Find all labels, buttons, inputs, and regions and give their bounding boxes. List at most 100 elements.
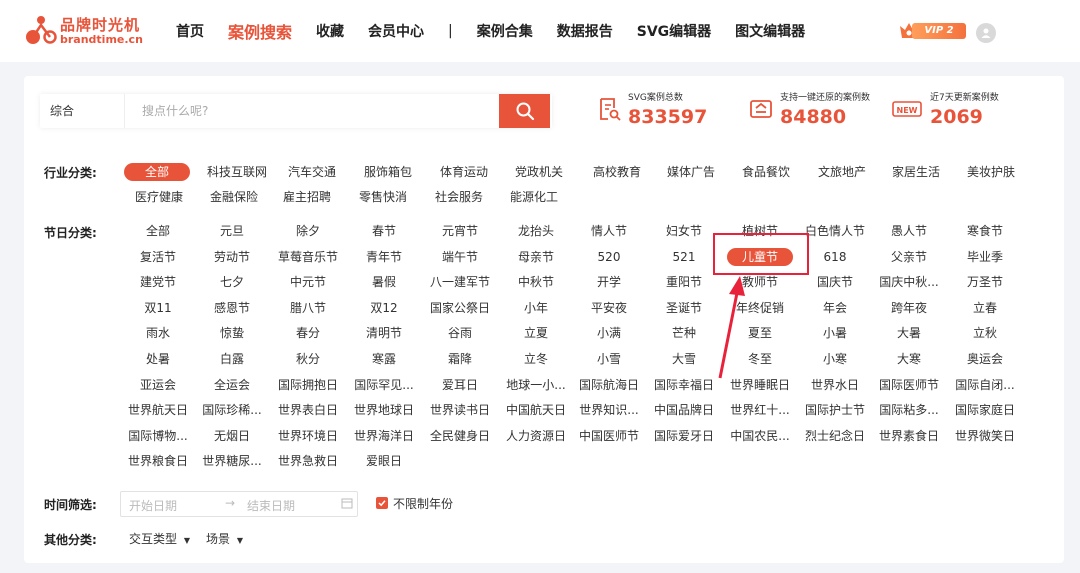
festival-tag[interactable]: 世界红十... bbox=[720, 401, 800, 419]
festival-tag[interactable]: 世界地球日 bbox=[344, 401, 424, 419]
industry-tag[interactable]: 家居生活 bbox=[881, 163, 951, 181]
festival-tag[interactable]: 暑假 bbox=[344, 273, 424, 291]
festival-tag[interactable]: 国际医师节 bbox=[869, 376, 949, 394]
festival-tag[interactable]: 双11 bbox=[118, 299, 198, 317]
festival-tag[interactable]: 国庆节 bbox=[795, 273, 875, 291]
industry-tag[interactable]: 零售快消 bbox=[353, 188, 413, 206]
festival-tag[interactable]: 世界海洋日 bbox=[344, 427, 424, 445]
festival-tag[interactable]: 国际拥抱日 bbox=[268, 376, 348, 394]
festival-tag[interactable]: 毕业季 bbox=[945, 248, 1025, 266]
festival-tag[interactable]: 小满 bbox=[569, 324, 649, 342]
industry-tag[interactable]: 高校教育 bbox=[582, 163, 652, 181]
festival-tag[interactable]: 国际自闭... bbox=[945, 376, 1025, 394]
industry-tag[interactable]: 食品餐饮 bbox=[731, 163, 801, 181]
festival-tag[interactable]: 国际珍稀... bbox=[192, 401, 272, 419]
festival-tag[interactable]: 立秋 bbox=[945, 324, 1025, 342]
industry-tag[interactable]: 医疗健康 bbox=[129, 188, 189, 206]
festival-tag[interactable]: 世界读书日 bbox=[420, 401, 500, 419]
festival-tag[interactable]: 清明节 bbox=[344, 324, 424, 342]
festival-tag[interactable]: 国际家庭日 bbox=[945, 401, 1025, 419]
festival-tag[interactable]: 国际护士节 bbox=[795, 401, 875, 419]
festival-tag[interactable]: 寒露 bbox=[344, 350, 424, 368]
scene-dropdown[interactable]: 场景 ▼ bbox=[206, 530, 243, 547]
festival-tag[interactable]: 中国农民... bbox=[720, 427, 800, 445]
festival-tag[interactable]: 端午节 bbox=[420, 248, 500, 266]
festival-tag[interactable]: 国际粘多... bbox=[869, 401, 949, 419]
festival-tag[interactable]: 国际博物... bbox=[118, 427, 198, 445]
festival-tag[interactable]: 万圣节 bbox=[945, 273, 1025, 291]
festival-tag[interactable]: 爱眼日 bbox=[344, 452, 424, 470]
festival-tag[interactable]: 立夏 bbox=[496, 324, 576, 342]
festival-tag[interactable]: 中秋节 bbox=[496, 273, 576, 291]
search-category-select[interactable]: 综合 bbox=[40, 94, 125, 128]
industry-tag[interactable]: 科技互联网 bbox=[202, 163, 272, 181]
festival-tag[interactable]: 世界表白日 bbox=[268, 401, 348, 419]
festival-tag[interactable]: 感恩节 bbox=[192, 299, 272, 317]
festival-tag[interactable]: 年会 bbox=[795, 299, 875, 317]
festival-tag[interactable]: 父亲节 bbox=[869, 248, 949, 266]
festival-tag[interactable]: 立春 bbox=[945, 299, 1025, 317]
vip-badge[interactable]: VIP 2 bbox=[898, 20, 968, 42]
festival-tag[interactable]: 地球一小... bbox=[496, 376, 576, 394]
festival-tag[interactable]: 世界急救日 bbox=[268, 452, 348, 470]
industry-tag[interactable]: 体育运动 bbox=[429, 163, 499, 181]
festival-tag[interactable]: 亚运会 bbox=[118, 376, 198, 394]
festival-tag[interactable]: 世界素食日 bbox=[869, 427, 949, 445]
nav-item[interactable]: 首页 bbox=[176, 21, 204, 41]
nav-item[interactable]: SVG编辑器 bbox=[637, 21, 711, 41]
festival-tag[interactable]: 国庆中秋... bbox=[869, 273, 949, 291]
industry-tag[interactable]: 社会服务 bbox=[429, 188, 489, 206]
festival-tag[interactable]: 腊八节 bbox=[268, 299, 348, 317]
industry-tag[interactable]: 文旅地产 bbox=[807, 163, 877, 181]
industry-tag[interactable]: 雇主招聘 bbox=[277, 188, 337, 206]
festival-tag[interactable]: 中元节 bbox=[268, 273, 348, 291]
festival-tag[interactable]: 双12 bbox=[344, 299, 424, 317]
festival-tag[interactable]: 世界微笑日 bbox=[945, 427, 1025, 445]
industry-tag[interactable]: 媒体广告 bbox=[656, 163, 726, 181]
festival-tag[interactable]: 世界糖尿... bbox=[192, 452, 272, 470]
festival-tag[interactable]: 中国航天日 bbox=[496, 401, 576, 419]
festival-tag[interactable]: 国际航海日 bbox=[569, 376, 649, 394]
festival-tag[interactable]: 人力资源日 bbox=[496, 427, 576, 445]
festival-tag[interactable]: 谷雨 bbox=[420, 324, 500, 342]
festival-tag[interactable]: 平安夜 bbox=[569, 299, 649, 317]
festival-tag[interactable]: 复活节 bbox=[118, 248, 198, 266]
festival-tag[interactable]: 立冬 bbox=[496, 350, 576, 368]
festival-tag[interactable]: 奥运会 bbox=[945, 350, 1025, 368]
search-input[interactable] bbox=[126, 94, 498, 128]
festival-tag[interactable]: 中国医师节 bbox=[569, 427, 649, 445]
festival-tag[interactable]: 全部 bbox=[118, 222, 198, 240]
industry-tag[interactable]: 服饰箱包 bbox=[353, 163, 423, 181]
festival-tag[interactable]: 白露 bbox=[192, 350, 272, 368]
industry-tag[interactable]: 能源化工 bbox=[504, 188, 564, 206]
festival-tag[interactable]: 霜降 bbox=[420, 350, 500, 368]
festival-tag[interactable]: 520 bbox=[569, 248, 649, 266]
festival-tag[interactable]: 国家公祭日 bbox=[420, 299, 500, 317]
start-date-field[interactable]: 开始日期 bbox=[129, 497, 177, 514]
interaction-type-dropdown[interactable]: 交互类型 ▼ bbox=[129, 530, 190, 547]
festival-tag[interactable]: 劳动节 bbox=[192, 248, 272, 266]
avatar[interactable] bbox=[976, 23, 996, 43]
festival-tag[interactable]: 青年节 bbox=[344, 248, 424, 266]
end-date-field[interactable]: 结束日期 bbox=[247, 497, 295, 514]
festival-tag[interactable]: 元宵节 bbox=[420, 222, 500, 240]
festival-tag[interactable]: 小寒 bbox=[795, 350, 875, 368]
nav-item[interactable]: 收藏 bbox=[316, 21, 344, 41]
nav-item[interactable]: 会员中心 bbox=[368, 21, 424, 41]
festival-tag[interactable]: 七夕 bbox=[192, 273, 272, 291]
festival-tag[interactable]: 国际罕见... bbox=[344, 376, 424, 394]
festival-tag[interactable]: 春节 bbox=[344, 222, 424, 240]
nav-item[interactable]: 图文编辑器 bbox=[735, 21, 805, 41]
date-range-picker[interactable]: 开始日期 → 结束日期 bbox=[120, 491, 358, 517]
industry-tag[interactable]: 美妆护肤 bbox=[956, 163, 1026, 181]
festival-tag[interactable]: 草莓音乐节 bbox=[268, 248, 348, 266]
festival-tag[interactable]: 建党节 bbox=[118, 273, 198, 291]
festival-tag[interactable]: 愚人节 bbox=[869, 222, 949, 240]
festival-tag[interactable]: 跨年夜 bbox=[869, 299, 949, 317]
festival-tag[interactable]: 烈士纪念日 bbox=[795, 427, 875, 445]
festival-tag[interactable]: 无烟日 bbox=[192, 427, 272, 445]
nav-item[interactable]: 数据报告 bbox=[557, 21, 613, 41]
festival-tag[interactable]: 小暑 bbox=[795, 324, 875, 342]
festival-tag[interactable]: 雨水 bbox=[118, 324, 198, 342]
festival-tag[interactable]: 八一建军节 bbox=[420, 273, 500, 291]
